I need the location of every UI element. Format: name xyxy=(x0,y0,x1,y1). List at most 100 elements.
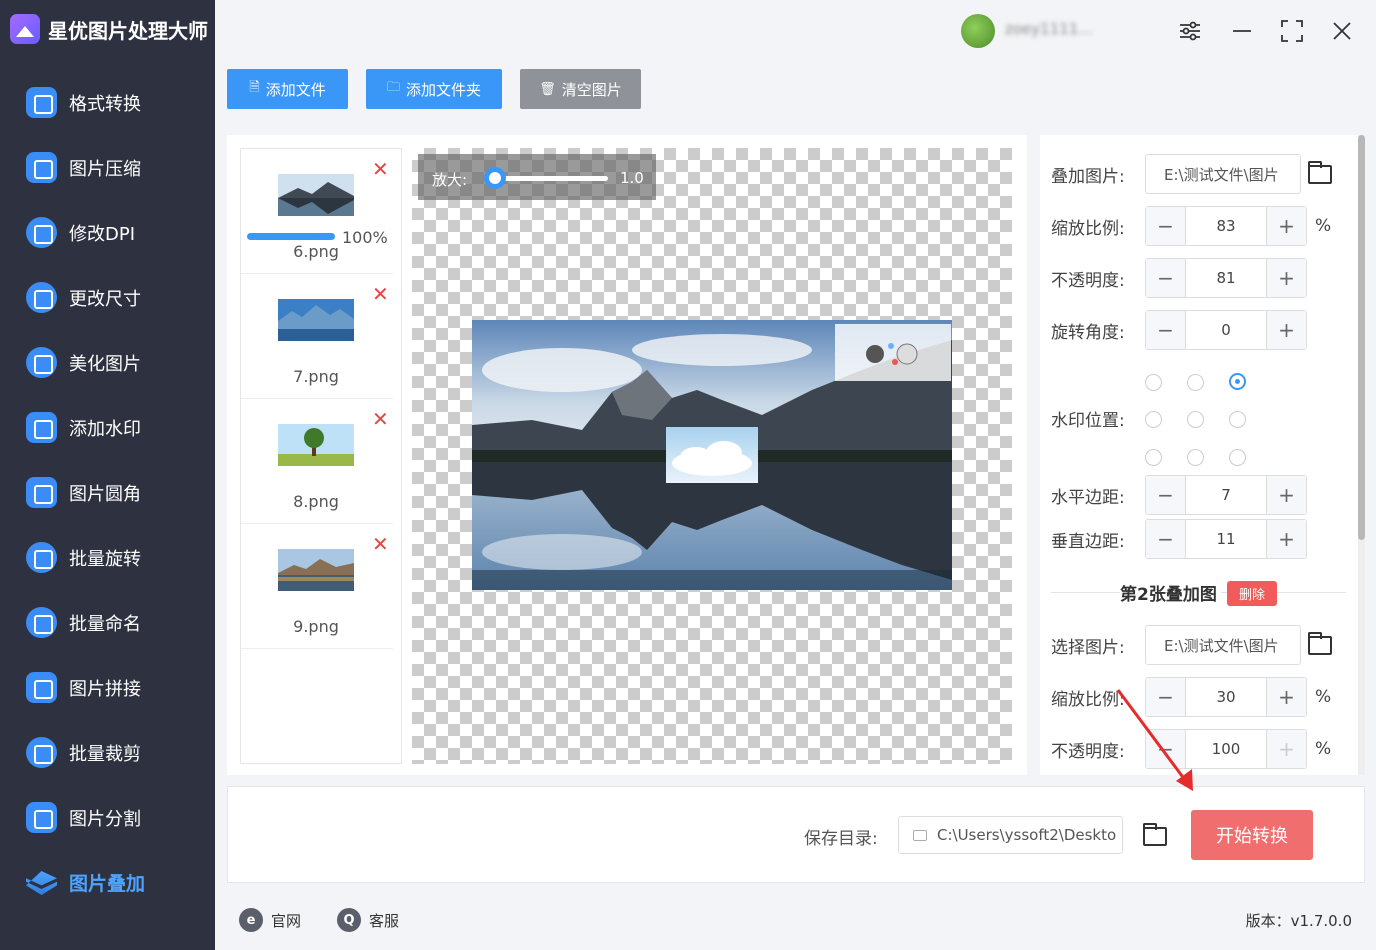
sidebar-item-label: 图片压缩 xyxy=(69,158,141,180)
sidebar-item-label: 图片圆角 xyxy=(69,483,141,505)
position-radio-top-left[interactable] xyxy=(1145,374,1162,391)
add-file-button[interactable]: 🗎 添加文件 xyxy=(227,69,348,109)
minus-icon[interactable]: − xyxy=(1146,311,1186,349)
delete-file-icon[interactable]: ✕ xyxy=(372,409,389,429)
dpi-icon xyxy=(26,217,57,248)
minimize-icon[interactable] xyxy=(1227,16,1257,46)
start-convert-button[interactable]: 开始转换 xyxy=(1191,810,1313,860)
second-opacity-row: 不透明度: − 100 + % xyxy=(1051,729,1331,769)
sidebar-item-dpi[interactable]: 修改DPI xyxy=(0,200,215,265)
avatar[interactable] xyxy=(961,14,995,48)
clear-images-button[interactable]: 🗑 清空图片 xyxy=(520,69,641,109)
list-item[interactable]: ✕ 8.png xyxy=(241,399,393,524)
list-item[interactable]: ✕ 7.png xyxy=(241,274,393,399)
plus-icon[interactable]: + xyxy=(1266,730,1306,768)
position-radio-top-right[interactable] xyxy=(1229,373,1246,390)
minus-icon[interactable]: − xyxy=(1146,259,1186,297)
folder-open-icon[interactable] xyxy=(1308,160,1332,184)
minus-icon[interactable]: − xyxy=(1146,207,1186,245)
position-radio-middle-right[interactable] xyxy=(1229,411,1246,428)
overlay-image-row: 叠加图片: E:\测试文件\图片 xyxy=(1051,154,1332,194)
close-icon[interactable] xyxy=(1327,16,1357,46)
scale-input[interactable]: 83 xyxy=(1186,207,1266,245)
delete-overlay-button[interactable]: 删除 xyxy=(1227,581,1277,606)
sidebar-item-beautify[interactable]: 美化图片 xyxy=(0,330,215,395)
website-link[interactable]: e 官网 xyxy=(239,908,301,932)
hmargin-input[interactable]: 7 xyxy=(1186,476,1266,514)
position-radio-bottom-center[interactable] xyxy=(1187,449,1204,466)
add-folder-button[interactable]: 🗀 添加文件夹 xyxy=(366,69,502,109)
percent-unit: % xyxy=(1315,687,1332,707)
customer-service-link[interactable]: Q 客服 xyxy=(337,908,399,932)
file-thumbnail xyxy=(278,174,354,216)
sidebar-item-watermark[interactable]: 添加水印 xyxy=(0,395,215,460)
position-radio-top-center[interactable] xyxy=(1187,374,1204,391)
position-radio-center[interactable] xyxy=(1187,411,1204,428)
file-thumbnail xyxy=(278,549,354,591)
plus-icon[interactable]: + xyxy=(1266,476,1306,514)
plus-icon[interactable]: + xyxy=(1266,311,1306,349)
sidebar-item-format-convert[interactable]: 格式转换 xyxy=(0,70,215,135)
opacity-input[interactable]: 81 xyxy=(1186,259,1266,297)
overlay-image-1[interactable] xyxy=(835,324,951,381)
minus-icon[interactable]: − xyxy=(1146,678,1186,716)
maximize-icon[interactable] xyxy=(1277,16,1307,46)
opacity-row: 不透明度: − 81 + xyxy=(1051,258,1307,298)
second-image-path-field[interactable]: E:\测试文件\图片 xyxy=(1145,625,1301,665)
sidebar-item-rename[interactable]: 批量命名 xyxy=(0,590,215,655)
zoom-slider-handle[interactable] xyxy=(484,167,506,189)
zoom-label: 放大: xyxy=(432,171,468,189)
second-scale-input[interactable]: 30 xyxy=(1186,678,1266,716)
delete-file-icon[interactable]: ✕ xyxy=(372,534,389,554)
sidebar-item-compress[interactable]: 图片压缩 xyxy=(0,135,215,200)
position-radio-bottom-right[interactable] xyxy=(1229,449,1246,466)
second-opacity-input[interactable]: 100 xyxy=(1186,730,1266,768)
save-dir-field[interactable]: C:\Users\yssoft2\Deskto xyxy=(898,816,1123,854)
preview-canvas: 放大: 1.0 xyxy=(412,148,1012,764)
folder-open-icon[interactable] xyxy=(1308,631,1332,655)
opacity-stepper: − 81 + xyxy=(1145,258,1307,298)
percent-unit: % xyxy=(1315,739,1332,759)
zoom-slider-track[interactable] xyxy=(488,176,608,181)
sidebar-item-label: 图片分割 xyxy=(69,808,141,830)
sidebar-item-puzzle[interactable]: 图片拼接 xyxy=(0,655,215,720)
position-radio-middle-left[interactable] xyxy=(1145,411,1162,428)
minus-icon[interactable]: − xyxy=(1146,520,1186,558)
settings-sliders-icon[interactable] xyxy=(1175,16,1205,46)
plus-icon[interactable]: + xyxy=(1266,259,1306,297)
sidebar-item-resize[interactable]: 更改尺寸 xyxy=(0,265,215,330)
rotate-input[interactable]: 0 xyxy=(1186,311,1266,349)
second-opacity-stepper: − 100 + xyxy=(1145,729,1307,769)
sidebar-item-rotate[interactable]: 批量旋转 xyxy=(0,525,215,590)
position-radio-bottom-left[interactable] xyxy=(1145,449,1162,466)
sidebar-item-split[interactable]: 图片分割 xyxy=(0,785,215,850)
overlay-image-path-field[interactable]: E:\测试文件\图片 xyxy=(1145,154,1301,194)
second-scale-row: 缩放比例: − 30 + % xyxy=(1051,677,1331,717)
progress-bar xyxy=(247,233,335,240)
plus-icon[interactable]: + xyxy=(1266,678,1306,716)
layers-icon xyxy=(26,867,57,898)
scrollbar-thumb[interactable] xyxy=(1358,135,1365,540)
hmargin-row: 水平边距: − 7 + xyxy=(1051,475,1307,515)
clear-images-label: 清空图片 xyxy=(561,80,622,99)
plus-icon[interactable]: + xyxy=(1266,520,1306,558)
overlay-image-2[interactable] xyxy=(666,427,758,483)
vmargin-input[interactable]: 11 xyxy=(1186,520,1266,558)
delete-file-icon[interactable]: ✕ xyxy=(372,159,389,179)
list-item[interactable]: ✕ 100% 6.png xyxy=(241,149,393,274)
plus-icon[interactable]: + xyxy=(1266,207,1306,245)
list-item[interactable]: ✕ 9.png xyxy=(241,524,393,649)
sidebar-item-overlay[interactable]: 图片叠加 xyxy=(0,850,215,915)
sidebar-item-crop[interactable]: 批量裁剪 xyxy=(0,720,215,785)
split-icon xyxy=(26,802,57,833)
settings-scrollbar[interactable] xyxy=(1358,135,1365,775)
zoom-value: 1.0 xyxy=(620,169,644,187)
minus-icon[interactable]: − xyxy=(1146,476,1186,514)
second-scale-label: 缩放比例: xyxy=(1051,689,1125,710)
folder-open-icon[interactable] xyxy=(1143,823,1167,846)
file-thumbnail xyxy=(278,299,354,341)
app-logo-icon xyxy=(10,14,40,44)
sidebar-item-round-corner[interactable]: 图片圆角 xyxy=(0,460,215,525)
minus-icon[interactable]: − xyxy=(1146,730,1186,768)
delete-file-icon[interactable]: ✕ xyxy=(372,284,389,304)
